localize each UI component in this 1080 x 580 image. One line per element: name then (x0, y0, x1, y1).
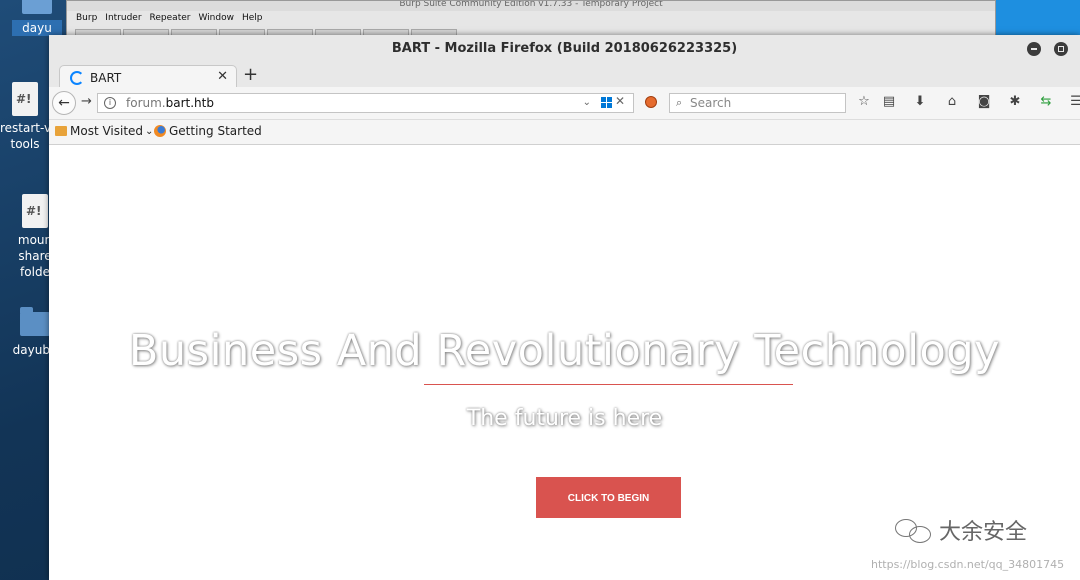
home-icon[interactable]: ⌂ (943, 93, 961, 111)
url-text[interactable]: forum.bart.htb (126, 94, 214, 112)
script-file-icon (12, 82, 38, 116)
click-to-begin-button[interactable]: CLICK TO BEGIN (536, 477, 681, 518)
desktop-icon-label: dayu (12, 20, 62, 36)
new-tab-button[interactable]: + (243, 64, 258, 85)
addon-icon[interactable] (645, 96, 657, 108)
chevron-down-icon[interactable]: ⌄ (583, 94, 591, 112)
burp-menu-intruder[interactable]: Intruder (104, 13, 142, 23)
burp-menu-window[interactable]: Window (197, 13, 235, 23)
tab-close-icon[interactable]: ✕ (217, 69, 228, 84)
bookmark-getting-started[interactable]: Getting Started (154, 124, 262, 138)
forward-arrow-icon[interactable]: → (81, 94, 92, 109)
watermark-brand: 大余安全 (939, 520, 1028, 545)
search-input[interactable]: ⌕ Search (669, 93, 846, 113)
firefox-window: BART - Mozilla Firefox (Build 2018062622… (49, 35, 1080, 580)
url-bar[interactable]: i forum.bart.htb ⌄ (97, 93, 634, 113)
bookmark-label: Most Visited (70, 124, 144, 138)
page-content: Business And Revolutionary Technology Th… (49, 148, 1080, 580)
hero-headline: Business And Revolutionary Technology (128, 326, 1001, 376)
hamburger-menu-icon[interactable]: ☰ (1067, 93, 1080, 111)
desktop-right-strip (995, 0, 1080, 36)
minimize-button[interactable] (1027, 42, 1041, 56)
window-title: BART - Mozilla Firefox (Build 2018062622… (391, 41, 738, 56)
desktop-icon-label: restart-v tools (0, 121, 50, 151)
bookmarks-toolbar: Most Visited ⌄ Getting Started (49, 120, 1080, 145)
url-domain: bart.htb (165, 96, 214, 110)
wechat-logo-icon (895, 517, 933, 543)
folder-icon (55, 126, 67, 136)
proxy-switch-icon[interactable]: ⇆ (1037, 93, 1055, 111)
download-icon[interactable]: ⬇ (911, 93, 929, 111)
site-info-icon[interactable]: i (104, 97, 116, 109)
burp-menu-help[interactable]: Help (241, 13, 264, 23)
back-arrow-icon[interactable]: ← (52, 91, 76, 115)
window-titlebar: BART - Mozilla Firefox (Build 2018062622… (49, 35, 1080, 63)
bookmark-most-visited[interactable]: Most Visited ⌄ (55, 124, 153, 138)
search-icon: ⌕ (676, 96, 683, 109)
burp-menu-burp[interactable]: Burp (75, 13, 98, 23)
script-file-icon (22, 194, 48, 228)
search-placeholder: Search (690, 96, 732, 110)
desktop-icon-restart-tools[interactable]: restart-v tools (0, 82, 50, 152)
firefox-logo-icon (154, 125, 166, 137)
pocket-icon[interactable]: ◙ (975, 93, 993, 111)
windows-logo-icon[interactable] (601, 97, 613, 109)
burp-menu-repeater[interactable]: Repeater (149, 13, 192, 23)
maximize-button[interactable] (1054, 42, 1068, 56)
tab-strip: BART ✕ + (49, 63, 1080, 89)
watermark: 大余安全 (895, 514, 1027, 546)
tab-bart[interactable]: BART ✕ (59, 65, 237, 89)
library-icon[interactable]: ▤ (880, 93, 898, 111)
url-prefix: forum. (126, 96, 166, 110)
hero-divider (424, 384, 793, 385)
hero-subheadline: The future is here (466, 406, 663, 431)
nav-toolbar: ← → i forum.bart.htb ⌄ ✕ ⌕ Search ☆ ▤ ⬇ … (49, 87, 1080, 120)
extension-icon[interactable]: ✱ (1006, 93, 1024, 111)
bookmark-star-icon[interactable]: ☆ (855, 93, 873, 111)
burp-title: Burp Suite Community Edition v1.7.33 - T… (67, 1, 995, 11)
desktop-icon-dayu[interactable]: dayu (12, 0, 62, 36)
chevron-down-icon: ⌄ (145, 125, 154, 137)
burp-menubar: Burp Intruder Repeater Window Help (67, 11, 995, 25)
folder-icon (22, 0, 52, 14)
tab-title: BART (90, 70, 122, 85)
watermark-url: https://blog.csdn.net/qq_34801745 (871, 558, 1065, 571)
folder-icon (20, 307, 50, 336)
loading-spinner-icon (70, 70, 84, 85)
bookmark-label: Getting Started (169, 124, 262, 138)
stop-load-icon[interactable]: ✕ (615, 94, 625, 108)
